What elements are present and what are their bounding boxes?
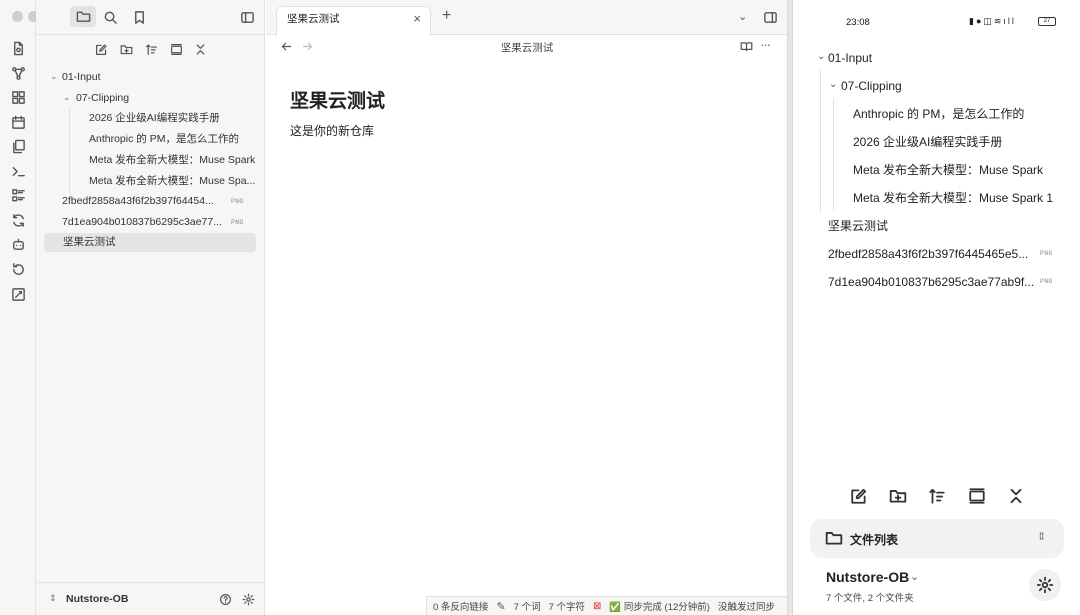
- file-item-selected[interactable]: 坚果云测试: [63, 232, 243, 252]
- mobile-folder-07-clipping[interactable]: 07-Clipping: [841, 75, 1041, 97]
- file-item[interactable]: 2026 企业级AI编程实践手册: [89, 108, 257, 128]
- new-folder-icon[interactable]: [115, 38, 137, 60]
- open-quick-switcher-icon[interactable]: [7, 37, 29, 59]
- folder-icon: [821, 525, 847, 551]
- tab-active[interactable]: 坚果云测试 ×: [276, 6, 431, 36]
- file-list-label: 文件列表: [850, 533, 899, 547]
- reading-view-icon[interactable]: [735, 35, 757, 57]
- edit-mode-icon[interactable]: ✎: [496, 600, 505, 613]
- indent-guide: [820, 70, 821, 212]
- bookmark-icon[interactable]: [128, 6, 150, 28]
- sync-icon[interactable]: [7, 209, 29, 231]
- chevron-down-icon[interactable]: ⌄: [817, 51, 825, 62]
- templates-icon[interactable]: [7, 135, 29, 157]
- calendar-icon[interactable]: [7, 111, 29, 133]
- view-header-title[interactable]: 坚果云测试: [266, 40, 787, 55]
- mobile-folder-01-input[interactable]: 01-Input: [828, 47, 1028, 69]
- settings-icon: [1032, 572, 1058, 598]
- right-sidebar-toggle-icon[interactable]: [759, 6, 781, 28]
- status-indicators-icon: ▮●◫≋ıll: [969, 16, 1016, 26]
- new-folder-icon[interactable]: [885, 483, 911, 509]
- chevron-down-icon[interactable]: ⌄: [910, 570, 919, 583]
- folder-01-input[interactable]: 01-Input: [62, 67, 242, 87]
- graph-view-icon[interactable]: [7, 62, 29, 84]
- file-ext-badge: PNG: [1040, 250, 1053, 257]
- file-item[interactable]: Anthropic 的 PM，是怎么工作的: [89, 129, 257, 149]
- status-time: 23:08: [846, 17, 870, 28]
- note-heading[interactable]: 坚果云测试: [290, 86, 385, 113]
- divider: [36, 582, 265, 583]
- history-icon[interactable]: [7, 258, 29, 280]
- battery-level: 27: [1043, 18, 1051, 24]
- mobile-file-item[interactable]: Anthropic 的 PM，是怎么工作的: [853, 103, 1063, 125]
- divider: [36, 34, 265, 35]
- bot-icon[interactable]: [7, 233, 29, 255]
- chevron-down-icon[interactable]: ⌄: [829, 79, 837, 90]
- more-icon[interactable]: ···: [760, 37, 771, 52]
- mobile-file-item[interactable]: Meta 发布全新大模型：Muse Spark: [853, 159, 1063, 181]
- sidebar-toggle-icon[interactable]: [236, 6, 258, 28]
- auto-reveal-icon[interactable]: [165, 38, 187, 60]
- canvas-icon[interactable]: [7, 86, 29, 108]
- mobile-file-item[interactable]: 2026 企业级AI编程实践手册: [853, 131, 1063, 153]
- window-close-button[interactable]: [12, 11, 23, 22]
- folder-07-clipping[interactable]: 07-Clipping: [76, 88, 236, 108]
- left-ribbon: [0, 0, 36, 615]
- battery-icon: 27: [1038, 17, 1056, 26]
- sync-status-secondary[interactable]: 没触发过同步: [718, 599, 775, 613]
- vault-name[interactable]: Nutstore-OB: [66, 593, 128, 605]
- editor-pane: 坚果云测试 × + ⌄ 坚果云测试 ··· 坚果云测试 这是你的新仓库 0 条反…: [266, 0, 787, 615]
- chevron-down-icon[interactable]: ⌄: [63, 92, 71, 103]
- sync-error-icon[interactable]: ⊠: [593, 601, 601, 612]
- tab-close-icon[interactable]: ×: [413, 7, 421, 31]
- folder-icon[interactable]: [70, 6, 96, 27]
- file-item[interactable]: Meta 发布全新大模型：Muse Spa...: [89, 171, 257, 191]
- file-item[interactable]: Meta 发布全新大模型：Muse Spark: [89, 150, 257, 170]
- new-tab-icon[interactable]: +: [442, 7, 451, 25]
- indent-guide: [833, 98, 834, 211]
- expand-icon[interactable]: ⇕: [1037, 530, 1046, 543]
- mobile-vault-name[interactable]: Nutstore-OB: [826, 569, 909, 585]
- mobile-file-item[interactable]: Meta 发布全新大模型：Muse Spark 1: [853, 187, 1063, 209]
- settings-icon[interactable]: [237, 588, 259, 610]
- sort-icon[interactable]: [924, 483, 950, 509]
- mobile-image-file-item[interactable]: 2fbedf2858a43f6f2b397f6445465e5...: [828, 243, 1035, 265]
- image-file-item[interactable]: 2fbedf2858a43f6f2b397f64454...: [62, 191, 225, 211]
- file-list-selector[interactable]: 文件列表 ⇕: [810, 519, 1064, 558]
- status-bar: 0 条反向链接 ✎ 7 个词 7 个字符 ⊠ ✅ 同步完成 (12分钟前) 没触…: [426, 596, 787, 615]
- indent-guide: [69, 109, 70, 193]
- mobile-screen: 23:08 ▮●◫≋ıll 27 ⌄ 01-Input ⌄ 07-Clippin…: [792, 0, 1080, 615]
- file-ext-badge: PNG: [1040, 278, 1053, 285]
- note-body[interactable]: 这是你的新仓库: [290, 122, 374, 139]
- sync-status[interactable]: ✅ 同步完成 (12分钟前): [609, 599, 710, 613]
- vault-stats: 7 个文件, 2 个文件夹: [826, 593, 914, 604]
- file-ext-badge: PNG: [231, 219, 244, 226]
- word-count: 7 个词: [513, 602, 541, 613]
- image-file-item[interactable]: 7d1ea904b010837b6295c3ae77...: [62, 212, 225, 232]
- new-note-icon[interactable]: [90, 38, 112, 60]
- outline-icon[interactable]: [7, 184, 29, 206]
- mobile-note-item[interactable]: 坚果云测试: [828, 215, 1028, 237]
- desktop-window: ⌄ 01-Input ⌄ 07-Clipping 2026 企业级AI编程实践手…: [0, 0, 788, 615]
- search-icon[interactable]: [99, 6, 121, 28]
- collapse-icon[interactable]: [189, 38, 211, 60]
- help-icon[interactable]: [214, 588, 236, 610]
- file-ext-badge: PNG: [231, 198, 244, 205]
- sort-icon[interactable]: [140, 38, 162, 60]
- mobile-image-file-item[interactable]: 7d1ea904b010837b6295c3ae77ab9f...: [828, 271, 1035, 293]
- tab-list-chevron-icon[interactable]: ⌄: [738, 10, 747, 23]
- collapse-icon[interactable]: [1003, 483, 1029, 509]
- vault-switcher-icon[interactable]: ⇕: [49, 593, 57, 604]
- terminal-icon[interactable]: [7, 160, 29, 182]
- tab-bar: 坚果云测试 × + ⌄: [266, 0, 787, 36]
- auto-reveal-icon[interactable]: [964, 483, 990, 509]
- tab-title: 坚果云测试: [287, 13, 340, 25]
- char-count: 7 个字符: [548, 602, 586, 613]
- diagram-icon[interactable]: [7, 283, 29, 305]
- chevron-down-icon[interactable]: ⌄: [50, 71, 58, 82]
- file-explorer-sidebar: ⌄ 01-Input ⌄ 07-Clipping 2026 企业级AI编程实践手…: [36, 0, 265, 615]
- backlinks-count[interactable]: 0 条反向链接: [433, 599, 488, 613]
- mobile-settings-button[interactable]: [1029, 569, 1061, 601]
- new-note-icon[interactable]: [846, 483, 872, 509]
